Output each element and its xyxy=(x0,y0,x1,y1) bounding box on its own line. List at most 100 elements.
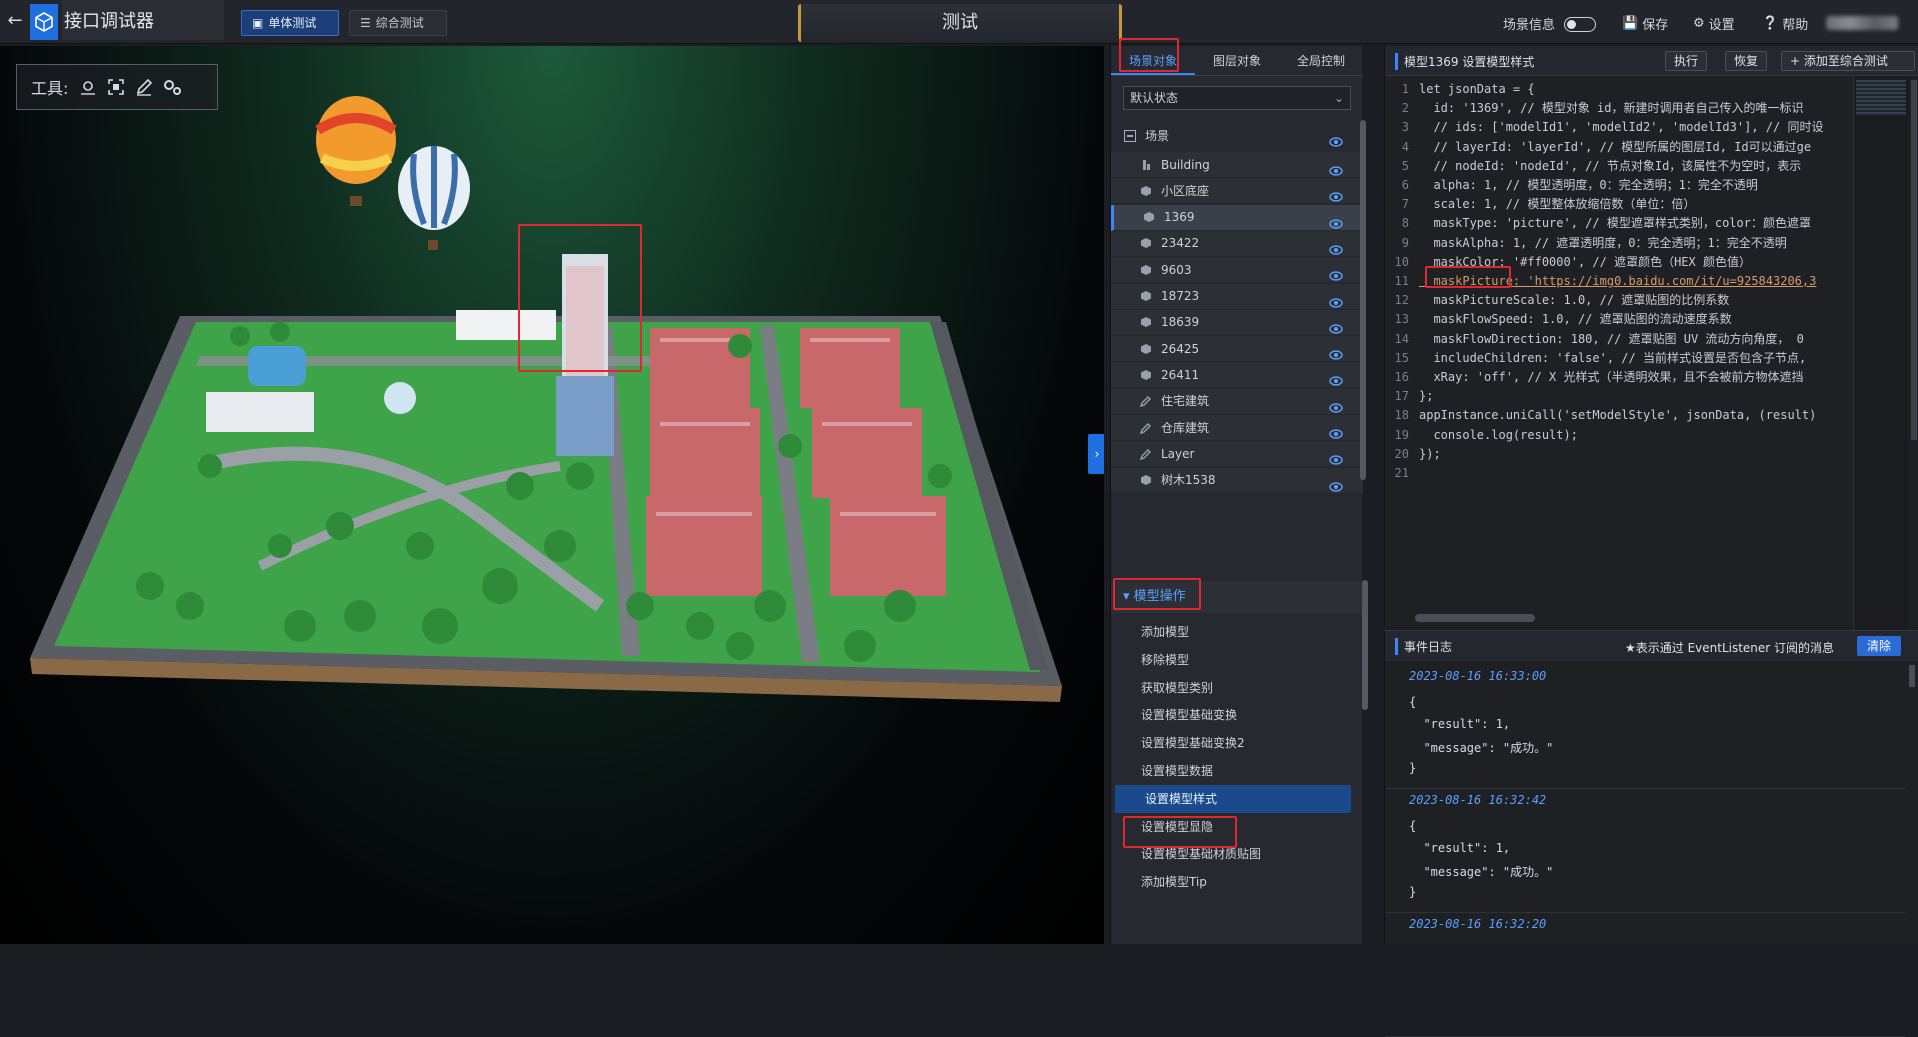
clear-log-button[interactable]: 清除 xyxy=(1857,636,1902,656)
tree-item[interactable]: 18639 xyxy=(1111,309,1363,336)
tree-item[interactable]: 住宅建筑 xyxy=(1111,388,1363,415)
panel-collapse-chevron-icon[interactable]: › xyxy=(1088,434,1104,474)
model-ops-header[interactable]: ▾ 模型操作 xyxy=(1111,581,1363,613)
model-ops-label: 模型操作 xyxy=(1133,589,1186,604)
code-line: 18 appInstance.uniCall('setModelStyle', j… xyxy=(1385,406,1841,425)
code-title: 模型1369 设置模型样式 xyxy=(1395,53,1534,70)
pen-icon[interactable] xyxy=(134,77,154,97)
tree-item-label: Layer xyxy=(1161,446,1195,461)
model-op-item[interactable]: 设置模型显隐 xyxy=(1111,813,1351,841)
tree-item-label: 26425 xyxy=(1161,341,1200,356)
tree-item[interactable]: 树木1538 xyxy=(1111,467,1363,494)
code-minimap[interactable] xyxy=(1853,76,1909,636)
code-text: }); xyxy=(1419,446,1441,461)
help-button[interactable]: ❔ 帮助 xyxy=(1762,14,1808,33)
eye-icon[interactable] xyxy=(1329,345,1343,360)
state-select-value: 默认状态 xyxy=(1130,91,1179,105)
tree-item[interactable]: 9603 xyxy=(1111,257,1363,284)
code-vertical-scrollbar[interactable] xyxy=(1911,80,1917,440)
tree-scrollbar[interactable] xyxy=(1360,120,1366,480)
code-text: alpha: 1, // 模型透明度，0：完全透明；1：完全不透明 xyxy=(1419,178,1758,192)
tree-item[interactable]: 26425 xyxy=(1111,336,1363,363)
frame-select-icon[interactable] xyxy=(106,77,126,97)
tree-item[interactable]: Building xyxy=(1111,152,1363,178)
tree-item[interactable]: 23422 xyxy=(1111,230,1363,257)
model-op-item[interactable]: 设置模型样式 xyxy=(1115,784,1351,813)
eye-icon[interactable] xyxy=(1329,214,1343,229)
eye-icon[interactable] xyxy=(1329,161,1343,176)
model-op-item[interactable]: 添加模型Tip xyxy=(1111,868,1351,896)
model-op-item[interactable]: 设置模型基础变换 xyxy=(1111,701,1351,729)
eye-icon[interactable] xyxy=(1329,477,1343,492)
eye-icon[interactable] xyxy=(1329,398,1343,413)
tree-item[interactable]: 小区底座 xyxy=(1111,178,1363,205)
model-op-item[interactable]: 移除模型 xyxy=(1111,646,1351,674)
eye-icon[interactable] xyxy=(1329,450,1343,465)
collapse-minus-icon[interactable] xyxy=(1123,129,1137,143)
tree-item[interactable]: 26411 xyxy=(1111,362,1363,389)
cube-icon xyxy=(1139,368,1153,382)
add-to-combo-button[interactable]: + 添加至综合测试 xyxy=(1781,51,1915,71)
model-op-item[interactable]: 设置模型基础材质贴图 xyxy=(1111,840,1351,868)
state-select[interactable]: 默认状态 ⌄ xyxy=(1123,86,1351,110)
restore-button[interactable]: 恢复 xyxy=(1725,51,1768,71)
app-title: 接口调试器 xyxy=(62,0,224,40)
model-op-item[interactable]: 设置模型数据 xyxy=(1111,757,1351,785)
line-number: 10 xyxy=(1394,254,1409,269)
tree-item[interactable]: 18723 xyxy=(1111,283,1363,310)
code-horizontal-scrollbar[interactable] xyxy=(1415,614,1535,622)
user-avatar[interactable] xyxy=(1826,16,1898,30)
tree-item-label: 树木1538 xyxy=(1161,473,1216,488)
eye-icon[interactable] xyxy=(1329,266,1343,281)
scene-viewport[interactable]: 工具: › xyxy=(0,46,1104,944)
eye-icon[interactable] xyxy=(1329,240,1343,255)
tree-item[interactable]: 仓库建筑 xyxy=(1111,415,1363,441)
log-line: "result": 1, xyxy=(1409,717,1511,731)
log-timestamp: 2023-08-16 16:33:00 xyxy=(1409,669,1547,683)
tab-scene-objects[interactable]: 场景对象 xyxy=(1111,46,1195,75)
location-pin-icon[interactable] xyxy=(78,77,98,97)
tree-root-scene[interactable]: 场景 xyxy=(1111,120,1363,152)
tab-global-control[interactable]: 全局控制 xyxy=(1279,46,1363,75)
save-button[interactable]: 💾 保存 xyxy=(1622,14,1668,33)
eye-icon[interactable] xyxy=(1329,293,1343,308)
object-panel: 场景对象 图层对象 全局控制 默认状态 ⌄ 场景 Building 小区底座 136… xyxy=(1110,38,1363,944)
eye-icon[interactable] xyxy=(1329,187,1343,202)
model-op-item[interactable]: 获取模型类别 xyxy=(1111,674,1351,702)
line-number: 12 xyxy=(1394,293,1409,308)
edit-icon xyxy=(1139,394,1153,408)
eye-icon[interactable] xyxy=(1329,371,1343,387)
run-button[interactable]: 执行 xyxy=(1665,51,1708,71)
line-number: 18 xyxy=(1394,408,1409,423)
help-icon: ❔ xyxy=(1762,16,1779,31)
log-line: "message": "成功。" xyxy=(1409,741,1554,755)
tree-item[interactable]: 1369 xyxy=(1111,204,1363,231)
tree-item-label: 仓库建筑 xyxy=(1161,420,1210,435)
code-text: appInstance.uniCall('setModelStyle', jso… xyxy=(1419,408,1817,423)
code-line: 16 xRay: 'off', // X 光样式（半透明效果，且不会被前方物体遮… xyxy=(1385,368,1841,387)
log-entry: 2023-08-16 16:33:00 { "result": 1, "messa… xyxy=(1385,665,1905,789)
hot-air-balloon-orange xyxy=(315,96,397,206)
gear-icon: ⚙ xyxy=(1693,16,1705,31)
ops-scrollbar[interactable] xyxy=(1362,580,1368,710)
model-op-item[interactable]: 设置模型基础变换2 xyxy=(1111,729,1351,757)
mode-combo-test-button[interactable]: ☰ 综合测试 xyxy=(349,10,447,36)
line-number: 17 xyxy=(1394,389,1409,404)
log-scrollbar[interactable] xyxy=(1909,665,1915,687)
back-arrow-icon[interactable]: ← xyxy=(4,10,26,32)
scene-info-toggle[interactable] xyxy=(1564,17,1596,32)
eye-icon[interactable] xyxy=(1329,319,1343,334)
building-icon xyxy=(1139,158,1153,172)
eye-icon[interactable] xyxy=(1329,129,1343,147)
log-line: { xyxy=(1409,819,1417,833)
mode-single-test-button[interactable]: ▣ 单体测试 xyxy=(241,10,339,36)
gears-icon[interactable] xyxy=(162,77,182,97)
line-number: 15 xyxy=(1394,350,1409,365)
eye-icon[interactable] xyxy=(1329,424,1343,439)
settings-button[interactable]: ⚙ 设置 xyxy=(1693,14,1735,33)
tree-item[interactable]: Layer xyxy=(1111,441,1363,468)
tab-layer-objects[interactable]: 图层对象 xyxy=(1195,46,1279,75)
model-op-item[interactable]: 添加模型 xyxy=(1111,618,1351,646)
cube-icon xyxy=(1139,289,1153,303)
log-timestamp: 2023-08-16 16:32:20 xyxy=(1409,917,1547,931)
